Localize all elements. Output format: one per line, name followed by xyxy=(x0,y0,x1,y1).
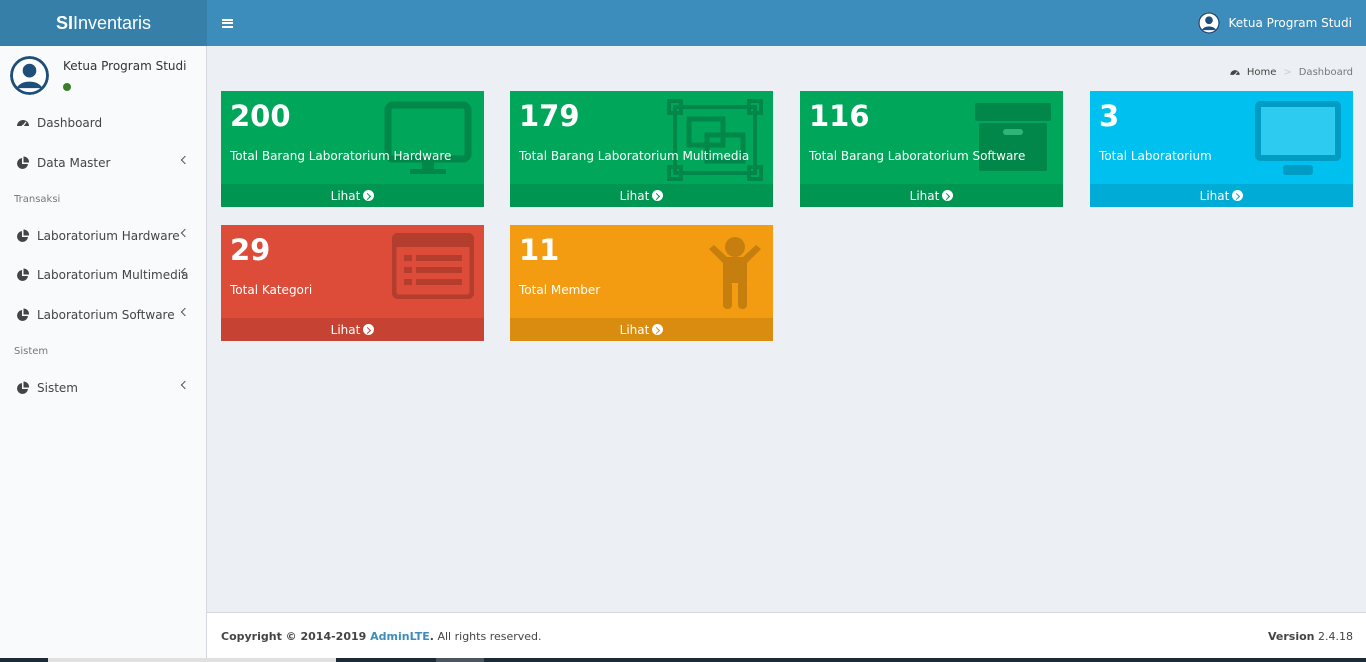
box-more-link[interactable]: Lihat xyxy=(221,184,484,207)
info-box-software: 116 Total Barang Laboratorium Software L… xyxy=(800,91,1063,207)
arrow-circle-right-icon xyxy=(652,190,664,201)
sidebar-item-lab-software[interactable]: Laboratorium Software xyxy=(0,300,206,330)
box-link-label: Lihat xyxy=(1199,188,1230,203)
user-panel: Ketua Program Studi xyxy=(10,56,200,96)
taskbar-segment xyxy=(48,658,336,662)
sidebar-item-label: Laboratorium Software xyxy=(37,308,175,322)
adminlte-link[interactable]: AdminLTE xyxy=(370,630,430,643)
chevron-left-icon xyxy=(180,228,190,238)
logo-bold-text: SI xyxy=(55,12,73,33)
sidebar-item-label: Laboratorium Multimedia xyxy=(37,268,189,282)
pie-chart-icon xyxy=(17,268,30,281)
box-more-link[interactable]: Lihat xyxy=(510,318,773,341)
copyright: Copyright © 2014-2019 AdminLTE. All righ… xyxy=(221,630,542,643)
pie-chart-icon xyxy=(17,156,30,169)
info-box-kategori: 29 Total Kategori Lihat xyxy=(221,225,484,341)
menu-header-sistem: Sistem xyxy=(14,346,49,357)
taskbar-segment xyxy=(436,658,484,662)
copyright-suffix: All rights reserved. xyxy=(433,630,542,643)
box-value: 3 xyxy=(1099,99,1120,133)
version-info: Version 2.4.18 xyxy=(1268,630,1353,643)
header-user-name: Ketua Program Studi xyxy=(1228,16,1352,30)
box-label: Total Barang Laboratorium Hardware xyxy=(230,149,452,163)
sidebar-item-label: Laboratorium Hardware xyxy=(37,229,180,243)
sidebar-item-dashboard[interactable]: Dashboard xyxy=(0,108,206,138)
arrow-circle-right-icon xyxy=(363,324,375,335)
info-box-laboratorium: 3 Total Laboratorium Lihat xyxy=(1090,91,1353,207)
dashboard-icon xyxy=(1230,70,1240,76)
breadcrumb-home-link[interactable]: Home xyxy=(1247,67,1277,78)
box-value: 179 xyxy=(519,99,580,133)
desktop-icon xyxy=(384,101,472,174)
chevron-left-icon xyxy=(180,155,190,165)
arrow-circle-right-icon xyxy=(363,190,375,201)
logo-text: Inventaris xyxy=(72,12,152,33)
sidebar-item-data-master[interactable]: Data Master xyxy=(0,148,206,178)
arrow-circle-right-icon xyxy=(1232,190,1244,201)
box-value: 116 xyxy=(809,99,870,133)
taskbar-strip xyxy=(0,658,1366,662)
box-link-label: Lihat xyxy=(330,322,361,337)
box-more-link[interactable]: Lihat xyxy=(221,318,484,341)
user-avatar-icon xyxy=(1197,12,1220,34)
box-label: Total Laboratorium xyxy=(1099,149,1212,163)
box-link-label: Lihat xyxy=(619,188,650,203)
sidebar-item-lab-multimedia[interactable]: Laboratorium Multimedia xyxy=(0,260,206,290)
user-menu[interactable]: Ketua Program Studi xyxy=(1197,0,1352,46)
breadcrumb-separator: > xyxy=(1283,67,1292,78)
app-logo[interactable]: SI Inventaris xyxy=(0,0,207,46)
online-status-icon xyxy=(63,83,71,91)
chevron-left-icon xyxy=(180,380,190,390)
box-link-label: Lihat xyxy=(330,188,361,203)
list-alt-icon xyxy=(392,233,474,299)
chevron-left-icon xyxy=(180,307,190,317)
breadcrumb: Home > Dashboard xyxy=(1229,67,1353,78)
arrow-circle-right-icon xyxy=(942,190,954,201)
box-label: Total Kategori xyxy=(230,283,313,297)
box-more-link[interactable]: Lihat xyxy=(1090,184,1353,207)
box-label: Total Barang Laboratorium Software xyxy=(809,149,1026,163)
hamburger-icon xyxy=(221,18,233,28)
box-more-link[interactable]: Lihat xyxy=(800,184,1063,207)
menu-header-transaksi: Transaksi xyxy=(14,194,61,205)
info-box-member: 11 Total Member Lihat xyxy=(510,225,773,341)
pie-chart-icon xyxy=(17,229,30,242)
user-avatar-icon xyxy=(10,56,49,95)
box-more-link[interactable]: Lihat xyxy=(510,184,773,207)
sidebar-item-label: Dashboard xyxy=(37,116,103,130)
main-header: SI Inventaris Ketua Program Studi xyxy=(0,0,1366,46)
breadcrumb-current: Dashboard xyxy=(1298,67,1353,78)
sidebar: Ketua Program Studi Dashboard Data Maste… xyxy=(0,46,207,662)
info-box-hardware: 200 Total Barang Laboratorium Hardware L… xyxy=(221,91,484,207)
copyright-prefix: Copyright © 2014-2019 xyxy=(221,630,371,643)
dashboard-icon xyxy=(17,120,29,128)
box-value: 200 xyxy=(230,99,291,133)
pie-chart-icon xyxy=(17,308,30,321)
main-footer: Copyright © 2014-2019 AdminLTE. All righ… xyxy=(207,612,1366,658)
version-number: 2.4.18 xyxy=(1318,630,1353,643)
version-label: Version xyxy=(1267,630,1315,643)
child-icon xyxy=(709,237,761,309)
info-box-multimedia: 179 Total Barang Laboratorium Multimedia… xyxy=(510,91,773,207)
sidebar-item-label: Data Master xyxy=(37,156,111,170)
arrow-circle-right-icon xyxy=(652,324,664,335)
box-link-label: Lihat xyxy=(619,322,650,337)
box-value: 11 xyxy=(519,233,560,267)
box-label: Total Member xyxy=(519,283,601,297)
tv-icon xyxy=(1255,101,1341,175)
box-link-label: Lihat xyxy=(909,188,940,203)
box-value: 29 xyxy=(230,233,271,267)
sidebar-toggle-button[interactable] xyxy=(216,12,238,34)
sidebar-item-label: Sistem xyxy=(37,381,78,395)
sidebar-user-name: Ketua Program Studi xyxy=(63,59,187,73)
sidebar-item-sistem[interactable]: Sistem xyxy=(0,373,206,403)
box-label: Total Barang Laboratorium Multimedia xyxy=(519,149,750,163)
object-group-icon xyxy=(667,99,763,181)
pie-chart-icon xyxy=(17,381,30,394)
sidebar-item-lab-hardware[interactable]: Laboratorium Hardware xyxy=(0,221,206,251)
